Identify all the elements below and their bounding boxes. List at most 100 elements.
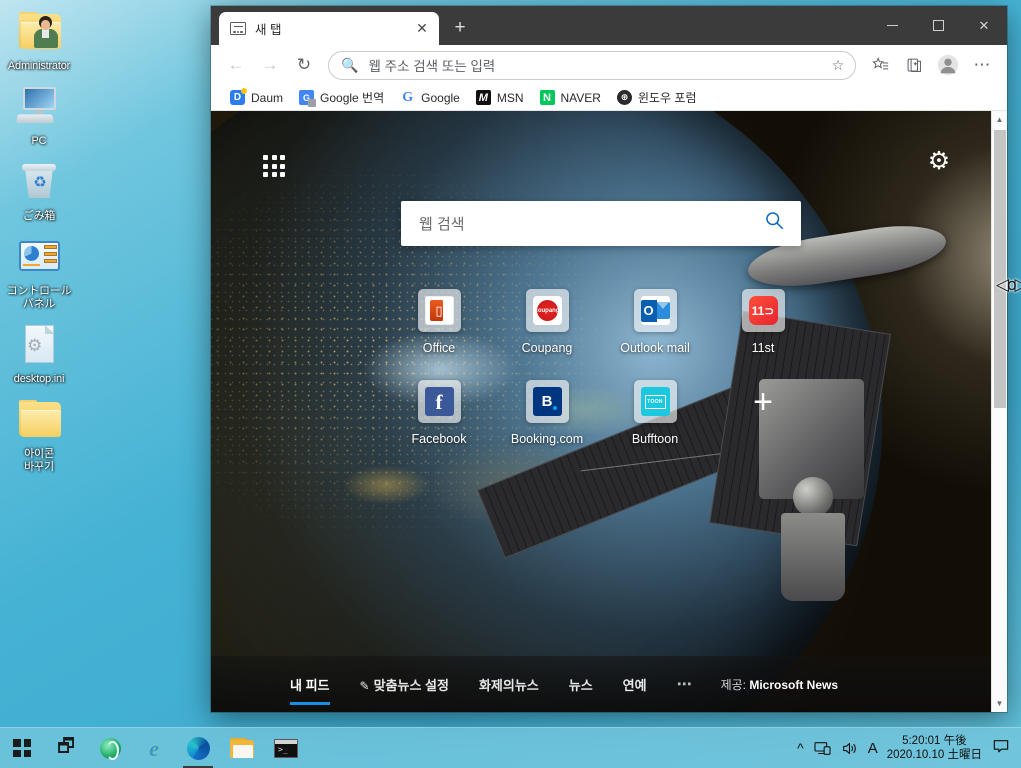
task-view-button[interactable]: 🗗 — [44, 728, 88, 768]
network-icon[interactable] — [809, 728, 836, 768]
naver-icon: N — [539, 90, 555, 105]
quick-link-label: Coupang — [521, 341, 573, 355]
internet-explorer-button[interactable]: e — [132, 728, 176, 768]
bookmark-daum[interactable]: D Daum — [225, 87, 291, 108]
address-bar[interactable]: 🔍 웹 주소 검색 또는 입력 ☆ — [328, 50, 856, 80]
window-controls: ✕ — [869, 6, 1007, 45]
volume-icon[interactable] — [836, 728, 863, 768]
quick-link-11st[interactable]: 11⊃ 11st — [709, 289, 817, 355]
add-tile-icon: + — [753, 382, 773, 421]
desktop-icon-administrator[interactable]: Administrator — [0, 4, 78, 79]
desktop-icon-recycle-bin[interactable]: ♻ ごみ箱 — [0, 154, 78, 229]
11st-icon: 11⊃ — [748, 296, 778, 325]
feed-tab-more[interactable]: ⋯ — [677, 671, 693, 697]
feed-tab-personalize[interactable]: ✎ 맞춤뉴스 설정 — [360, 671, 449, 698]
bookmark-label: MSN — [496, 90, 524, 105]
more-settings-icon[interactable]: ⋯ — [966, 49, 998, 81]
gear-icon[interactable]: ⚙ — [926, 148, 952, 174]
desktop-icon-desktop-ini[interactable]: ⚙ desktop.ini — [0, 317, 78, 392]
vertical-scrollbar[interactable]: ▲ ▼ — [991, 111, 1007, 712]
scrollbar-thumb[interactable] — [993, 130, 1006, 408]
feed-tab-trending[interactable]: 화제의뉴스 — [479, 671, 539, 698]
quick-link-label: Facebook — [411, 432, 467, 446]
quick-link-coupang[interactable]: coupang Coupang — [493, 289, 601, 355]
computer-icon — [15, 83, 63, 131]
desktop-icon-control-panel[interactable]: コントロール パネル — [0, 229, 78, 317]
bufftoon-icon: TOON — [640, 387, 670, 416]
tile-box: O — [633, 289, 677, 332]
feed-tab-news[interactable]: 뉴스 — [569, 671, 593, 698]
bookmark-label: 윈도우 포럼 — [637, 91, 697, 105]
new-tab-button[interactable]: + — [445, 13, 475, 43]
add-quick-link-button[interactable]: + — [709, 380, 817, 446]
bookmark-naver[interactable]: N NAVER — [535, 87, 609, 108]
quick-link-facebook[interactable]: f Facebook — [385, 380, 493, 446]
edge-button[interactable] — [176, 728, 220, 768]
quick-link-outlook-mail[interactable]: O Outlook mail — [601, 289, 709, 355]
msn-icon: M — [475, 90, 491, 105]
recycle-bin-icon: ♻ — [15, 158, 63, 206]
search-icon[interactable] — [764, 210, 785, 237]
desktop-icon-icon-changer[interactable]: 아이콘 바꾸기 — [0, 392, 78, 480]
feed-tab-entertainment[interactable]: 연예 — [623, 671, 647, 698]
file-explorer-button[interactable] — [220, 728, 264, 768]
collections-icon[interactable] — [898, 49, 930, 81]
maximize-button[interactable] — [915, 6, 961, 45]
profile-avatar-icon[interactable] — [932, 49, 964, 81]
quick-link-office[interactable]: ▯ Office — [385, 289, 493, 355]
tor-browser-button[interactable] — [88, 728, 132, 768]
favorite-star-icon[interactable]: ☆ — [825, 52, 851, 78]
desktop-icon-pc[interactable]: PC — [0, 79, 78, 154]
tile-box: f — [417, 380, 461, 423]
network-glyph — [814, 741, 831, 755]
browser-tab[interactable]: 새 탭 ✕ — [219, 12, 439, 45]
pencil-icon: ✎ — [359, 678, 370, 693]
bookmarks-bar: D Daum G Google 번역 G Google M MSN N NAVE… — [211, 85, 1007, 111]
tile-box: TOON — [633, 380, 677, 423]
start-button[interactable] — [0, 728, 44, 768]
back-button[interactable]: ← — [220, 49, 252, 81]
notification-glyph — [993, 739, 1009, 752]
desktop-icon-list: Administrator PC ♻ ごみ箱 コントロール パネル ⚙ desk… — [0, 4, 78, 480]
desktop-icon-label: 아이콘 바꾸기 — [24, 448, 54, 473]
refresh-button[interactable]: ↻ — [288, 49, 320, 81]
favorites-list-icon[interactable] — [864, 49, 896, 81]
close-button[interactable]: ✕ — [961, 6, 1007, 45]
quick-link-booking[interactable]: B Booking.com — [493, 380, 601, 446]
bookmark-google[interactable]: G Google — [395, 87, 468, 108]
collections-glyph — [907, 58, 921, 72]
tab-strip: 새 탭 ✕ + ✕ — [211, 6, 1007, 45]
command-prompt-button[interactable] — [264, 728, 308, 768]
web-search-input[interactable]: 웹 검색 — [401, 201, 801, 246]
quick-links-grid: ▯ Office coupang Coupang O Outlook mail — [211, 289, 991, 446]
feed-tab-my-feed[interactable]: 내 피드 — [290, 671, 330, 705]
desktop-icon-label: ごみ箱 — [22, 210, 56, 222]
ime-indicator[interactable]: A — [863, 728, 883, 768]
quick-link-label: Booking.com — [510, 432, 584, 446]
scroll-down-button[interactable]: ▼ — [992, 695, 1008, 712]
app-grid-icon[interactable] — [263, 155, 285, 177]
quick-link-label: 11st — [751, 341, 775, 355]
quick-link-bufftoon[interactable]: TOON Bufftoon — [601, 380, 709, 446]
tile-box: ▯ — [417, 289, 461, 332]
bookmark-msn[interactable]: M MSN — [471, 87, 532, 108]
ini-file-icon: ⚙ — [15, 321, 63, 369]
bookmark-google-translate[interactable]: G Google 번역 — [294, 86, 392, 109]
tile-box: + — [742, 380, 785, 423]
scroll-up-button[interactable]: ▲ — [992, 111, 1008, 128]
daum-icon: D — [230, 88, 247, 105]
search-glyph — [766, 212, 784, 230]
newtab-icon — [230, 22, 246, 35]
scrollbar-track[interactable] — [992, 128, 1008, 695]
folder-icon — [15, 396, 63, 444]
minimize-button[interactable] — [869, 6, 915, 45]
clock[interactable]: 5:20:01 午後 2020.10.10 土曜日 — [883, 734, 989, 762]
new-tab-page: ⚙ 웹 검색 ▯ Office coupang Coupang O Outloo… — [211, 111, 1007, 712]
bookmark-windows-forum[interactable]: ⊕ 윈도우 포럼 — [612, 86, 705, 109]
address-bar-placeholder: 웹 주소 검색 또는 입력 — [368, 59, 496, 74]
facebook-icon: f — [424, 387, 454, 416]
notification-icon[interactable] — [989, 739, 1017, 758]
tab-close-button[interactable]: ✕ — [411, 18, 433, 40]
forward-button[interactable]: → — [254, 49, 286, 81]
show-hidden-icons-button[interactable]: ^ — [792, 728, 809, 768]
